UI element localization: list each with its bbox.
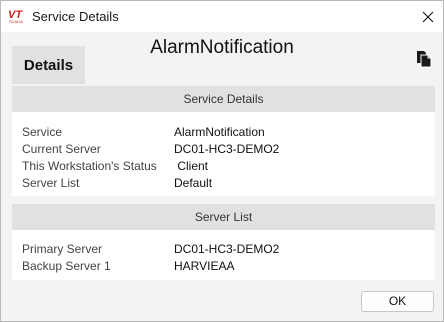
detail-row-workstation-status: This Workstation's Status Client — [12, 158, 435, 175]
detail-value: AlarmNotification — [174, 125, 265, 139]
detail-label: Current Server — [22, 142, 101, 156]
detail-value: Default — [174, 176, 213, 190]
vtscada-logo: VT SCADA — [8, 9, 23, 24]
server-label: Backup Server 1 — [22, 259, 111, 273]
detail-label: Service — [22, 125, 63, 139]
server-value: DC01-HC3-DEMO2 — [174, 242, 280, 256]
detail-row-service: Service AlarmNotification — [12, 124, 435, 141]
svg-text:SCADA: SCADA — [9, 19, 23, 24]
ok-button[interactable]: OK — [361, 291, 434, 312]
server-value: HARVIEAA — [174, 259, 235, 273]
detail-row-server-list: Server List Default — [12, 175, 435, 192]
server-row-primary: Primary Server DC01-HC3-DEMO2 — [12, 241, 435, 258]
detail-label: This Workstation's Status — [22, 159, 157, 173]
close-button[interactable] — [413, 1, 443, 32]
detail-value: DC01-HC3-DEMO2 — [174, 142, 280, 156]
service-details-heading: Service Details — [12, 86, 435, 112]
tab-details[interactable]: Details — [12, 46, 85, 84]
dialog-content: AlarmNotification Details Service Detail… — [1, 32, 443, 321]
detail-label: Server List — [22, 176, 80, 190]
window-title: Service Details — [32, 9, 119, 24]
service-details-panel: Service Details Service AlarmNotificatio… — [12, 86, 435, 196]
server-row-backup-1: Backup Server 1 HARVIEAA — [12, 258, 435, 275]
detail-value: Client — [174, 159, 209, 173]
detail-row-current-server: Current Server DC01-HC3-DEMO2 — [12, 141, 435, 158]
server-list-heading: Server List — [12, 204, 435, 230]
title-bar: VT SCADA Service Details — [1, 1, 443, 32]
server-label: Primary Server — [22, 242, 103, 256]
service-details-dialog: VT SCADA Service Details AlarmNotificati… — [0, 0, 444, 322]
copy-icon[interactable] — [415, 50, 433, 68]
close-icon — [422, 11, 434, 22]
server-list-panel: Server List Primary Server DC01-HC3-DEMO… — [12, 204, 435, 280]
